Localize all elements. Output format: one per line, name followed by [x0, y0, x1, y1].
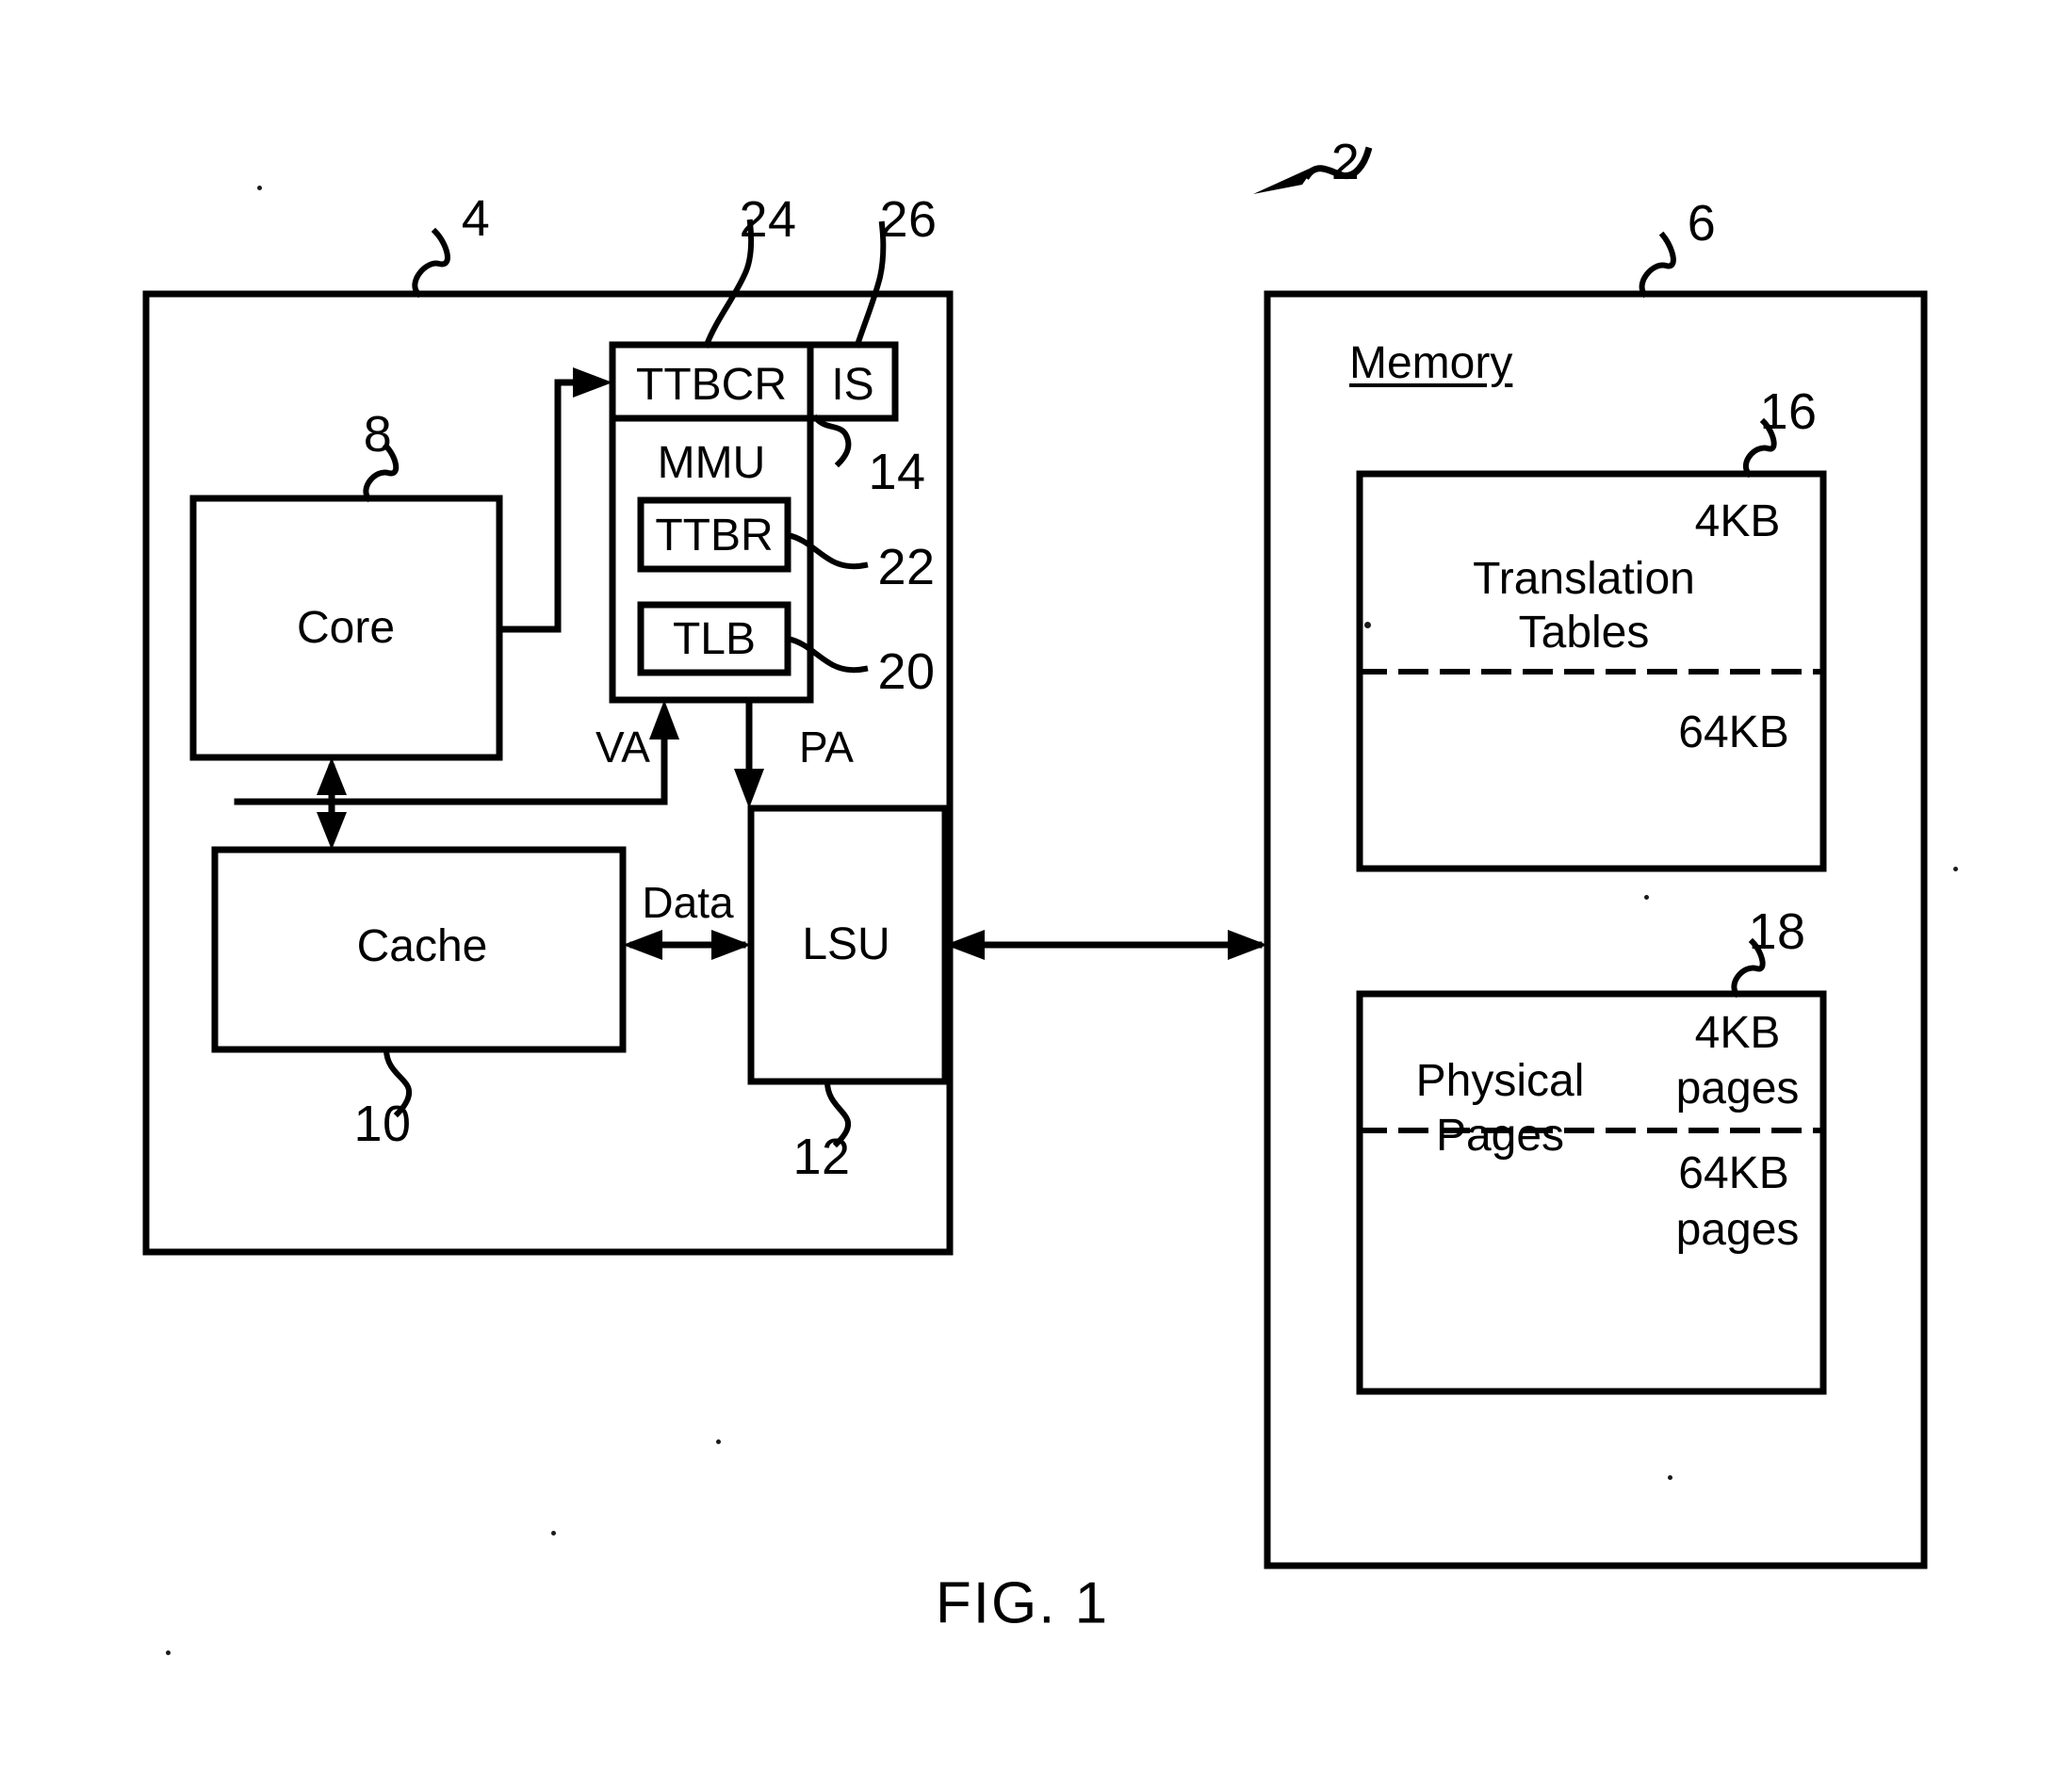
- data-signal-label: Data: [642, 878, 734, 928]
- physical-pages-lower-size-line1: 64KB: [1678, 1148, 1789, 1199]
- processor-boundary-box: [142, 290, 954, 1256]
- ref-numeral-2: 2: [1330, 133, 1361, 190]
- arrowhead-data-to-cache: [623, 930, 662, 960]
- physical-pages-lower-size-line2: pages: [1675, 1205, 1800, 1256]
- translation-tables-label-line2: Tables: [1518, 608, 1650, 658]
- arrowhead-to-cache: [317, 812, 347, 850]
- scan-speck: [1668, 1475, 1672, 1480]
- ref-numeral-24: 24: [739, 190, 797, 248]
- lsu-label: LSU: [802, 919, 890, 970]
- tlb-label: TLB: [672, 614, 757, 665]
- physical-pages-upper-size-line2: pages: [1675, 1064, 1800, 1114]
- scan-speck: [1953, 867, 1958, 871]
- physical-pages-label-line2: Pages: [1435, 1111, 1565, 1162]
- lead-line-20: [784, 635, 869, 674]
- ref-numeral-4: 4: [461, 189, 491, 247]
- physical-pages-upper-size-line1: 4KB: [1694, 1008, 1781, 1059]
- lead-line-14: [811, 414, 852, 468]
- arrowhead-core-to-ttbcr: [573, 367, 612, 398]
- va-signal-label: VA: [595, 723, 650, 772]
- arrowhead-system-ref: [1253, 166, 1315, 194]
- mmu-label: MMU: [657, 438, 766, 489]
- lead-line-6: [1639, 231, 1676, 299]
- core-label: Core: [296, 603, 396, 654]
- translation-tables-lower-size: 64KB: [1678, 707, 1789, 758]
- ttbcr-label: TTBCR: [636, 360, 787, 411]
- lead-line-22: [784, 531, 869, 570]
- is-label: IS: [831, 360, 874, 411]
- arrowhead-data-to-lsu: [711, 930, 751, 960]
- translation-tables-upper-size: 4KB: [1694, 496, 1781, 547]
- ref-numeral-18: 18: [1748, 902, 1806, 960]
- core-to-ttbcr-line: [496, 379, 599, 633]
- arrowhead-pa-down: [734, 769, 764, 808]
- ref-numeral-14: 14: [868, 443, 926, 500]
- arrowhead-va-up: [649, 700, 679, 740]
- arrowhead-to-core: [317, 757, 347, 795]
- physical-pages-label-line1: Physical: [1415, 1056, 1585, 1107]
- ref-numeral-22: 22: [877, 538, 936, 595]
- ref-numeral-16: 16: [1759, 382, 1818, 440]
- figure-line-art: [142, 146, 1928, 1569]
- scan-speck: [257, 186, 262, 190]
- ttbr-label: TTBR: [655, 511, 774, 561]
- memory-title: Memory: [1349, 338, 1513, 388]
- ref-numeral-20: 20: [877, 642, 936, 700]
- scan-speck: [551, 1531, 556, 1536]
- lead-line-4: [412, 227, 450, 299]
- translation-tables-label-line1: Translation: [1473, 554, 1695, 605]
- patent-figure-1: 2 4 24 26 6 8 16 14 22 20 18 10 12 TTBCR…: [0, 0, 2072, 1788]
- ref-numeral-26: 26: [879, 190, 938, 248]
- cache-label: Cache: [356, 921, 488, 972]
- ref-numeral-10: 10: [353, 1095, 412, 1152]
- scan-speck: [716, 1439, 721, 1444]
- figure-caption: FIG. 1: [935, 1570, 1110, 1636]
- ref-numeral-12: 12: [792, 1128, 851, 1185]
- scan-speck: [1644, 895, 1649, 900]
- scan-speck: [1364, 622, 1371, 628]
- pa-signal-label: PA: [799, 723, 854, 772]
- ref-numeral-8: 8: [363, 405, 393, 463]
- scan-speck: [166, 1650, 171, 1655]
- arrowheads: [317, 166, 1315, 960]
- ref-numeral-6: 6: [1687, 194, 1717, 252]
- arrowhead-to-memory: [1228, 930, 1267, 960]
